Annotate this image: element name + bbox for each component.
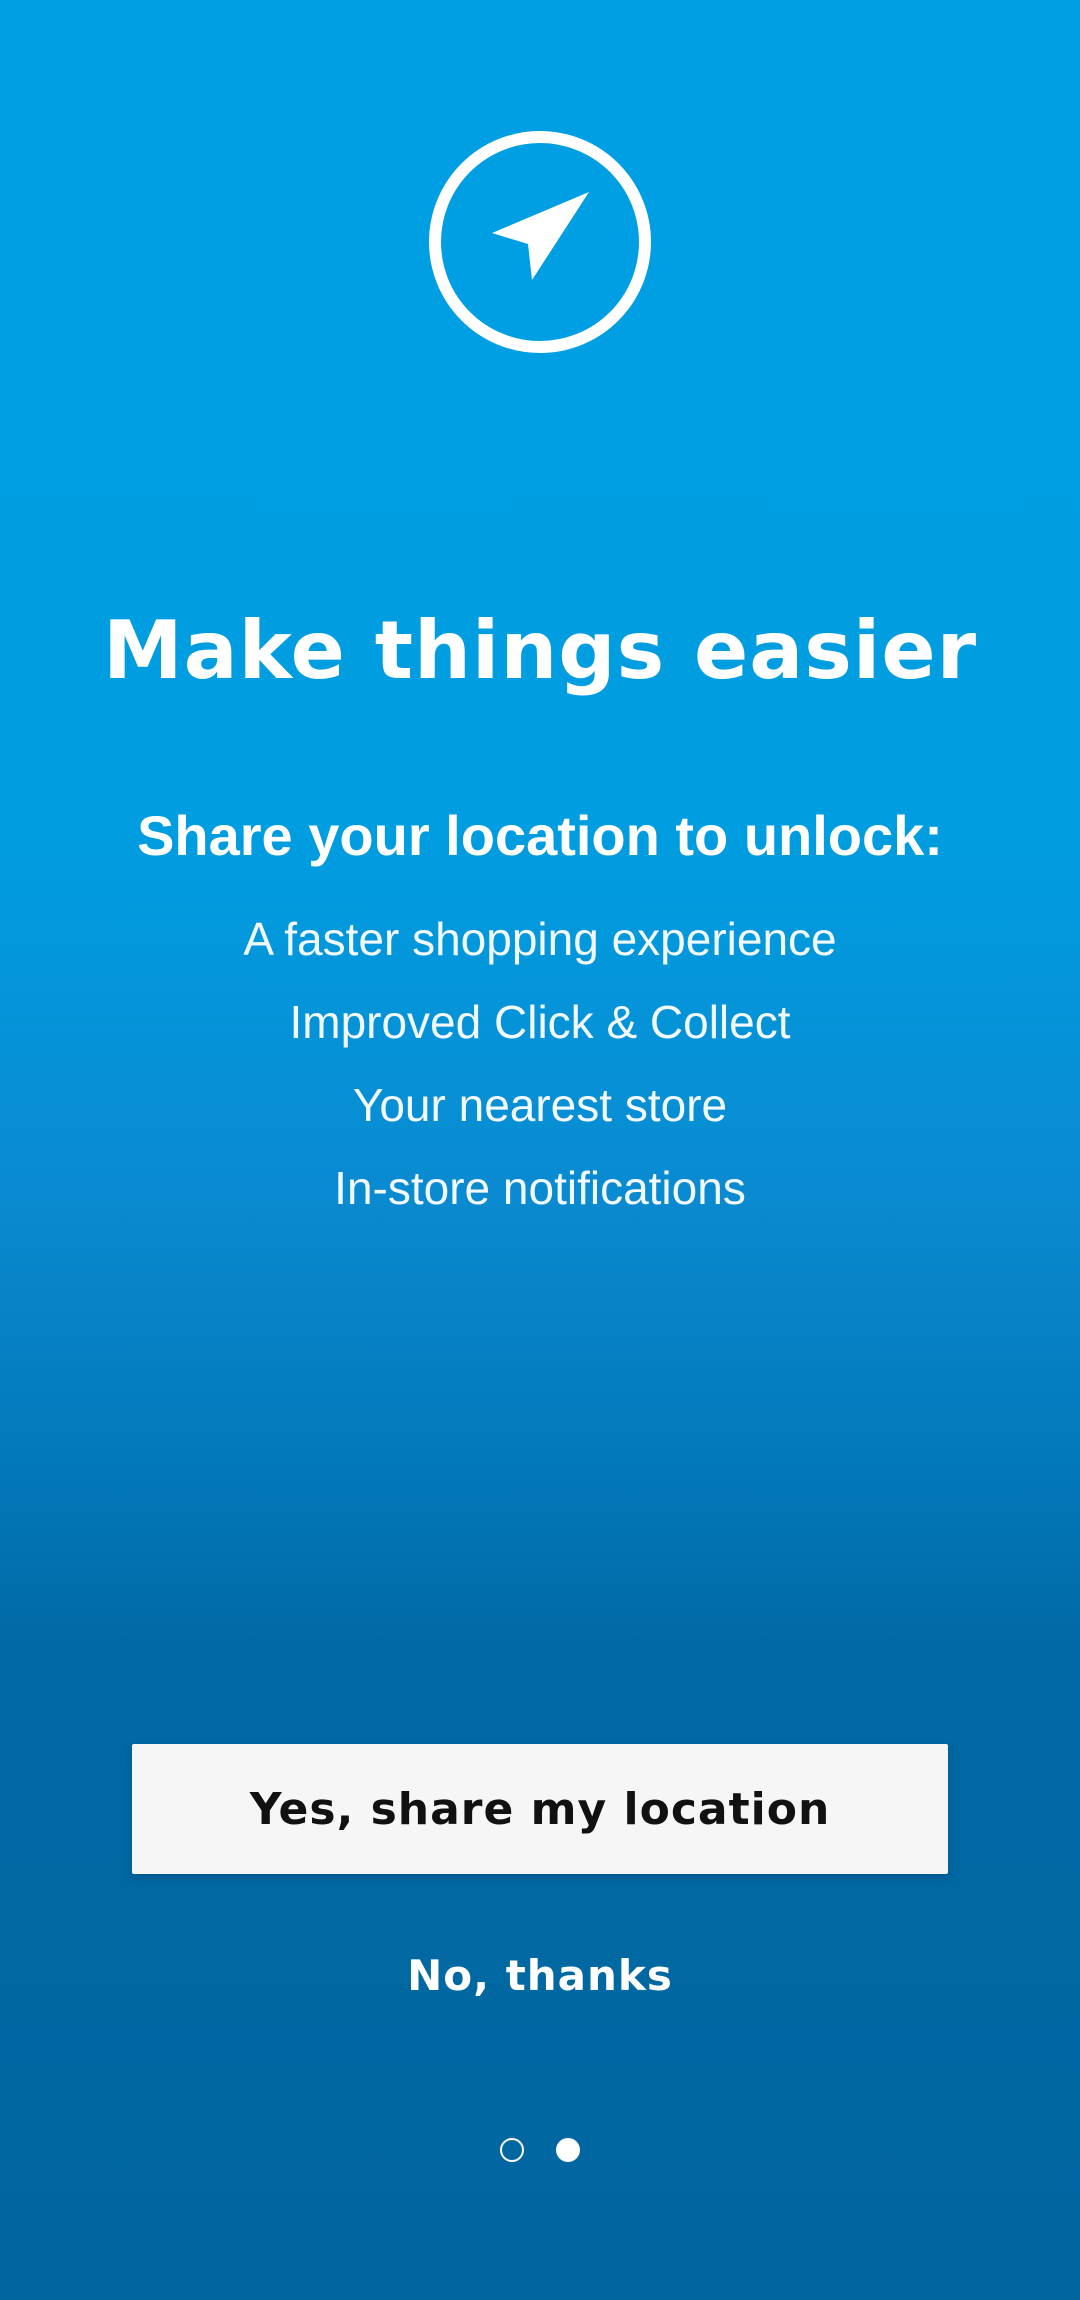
page-dot-2-active[interactable] [556, 2138, 580, 2162]
location-arrow-icon [428, 130, 652, 354]
benefit-item: In-store notifications [334, 1162, 746, 1214]
page-dot-1[interactable] [500, 2138, 524, 2162]
benefit-item: A faster shopping experience [243, 913, 837, 965]
page-title: Make things easier [102, 604, 978, 697]
decline-button[interactable]: No, thanks [340, 1930, 740, 2020]
page-indicator [0, 2138, 1080, 2162]
location-permission-screen: Make things easier Share your location t… [0, 0, 1080, 2300]
benefit-item: Improved Click & Collect [289, 996, 791, 1048]
share-location-button[interactable]: Yes, share my location [132, 1744, 948, 1874]
benefits-list: A faster shopping experience Improved Cl… [0, 898, 1080, 1230]
benefit-item: Your nearest store [352, 1079, 728, 1131]
subheading: Share your location to unlock: [137, 804, 943, 867]
